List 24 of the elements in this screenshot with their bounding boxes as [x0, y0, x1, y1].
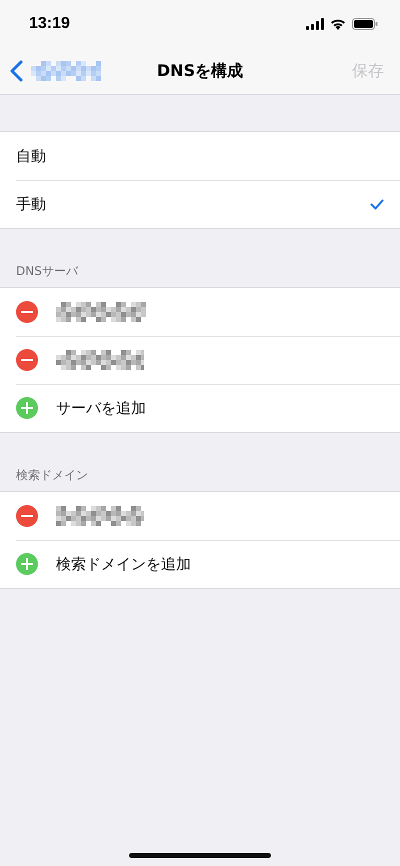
add-icon [16, 553, 38, 575]
back-button[interactable] [10, 60, 101, 82]
remove-icon [16, 505, 38, 527]
option-row[interactable]: 手動 [0, 180, 400, 228]
battery-icon [352, 18, 378, 30]
section-header: DNSサーバ [15, 263, 80, 280]
option-label: 自動 [16, 146, 46, 166]
add-row[interactable]: 検索ドメインを追加 [0, 540, 400, 588]
status-time: 13:19 [29, 15, 70, 33]
add-row[interactable]: サーバを追加 [0, 384, 400, 432]
nav-title: DNSを構成 [156, 60, 244, 82]
redacted-text [31, 61, 101, 81]
add-icon [16, 397, 38, 419]
option-row[interactable]: 自動 [0, 132, 400, 180]
signal-icon [306, 18, 324, 30]
option-label: 手動 [16, 194, 46, 214]
add-label: 検索ドメインを追加 [56, 554, 191, 574]
wifi-icon [330, 18, 346, 30]
back-chevron-icon [10, 60, 23, 82]
remove-icon [16, 301, 38, 323]
remove-icon [16, 349, 38, 371]
add-label: サーバを追加 [56, 398, 146, 418]
checkmark-icon [370, 198, 384, 210]
section-header: 検索ドメイン [15, 467, 89, 484]
